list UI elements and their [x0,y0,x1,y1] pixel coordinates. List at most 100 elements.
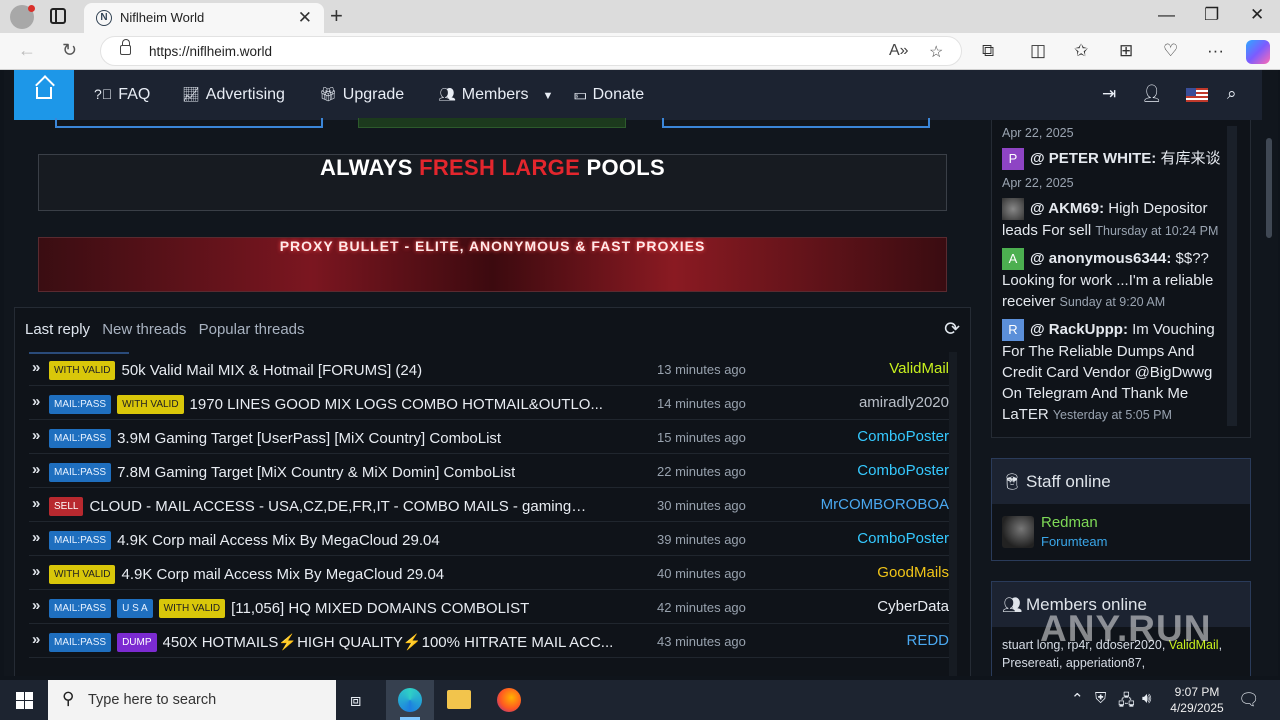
browser-tab[interactable]: N Niflheim World ✕ [84,3,324,33]
system-clock[interactable]: 9:07 PM 4/29/2025 [1162,684,1232,716]
shoutbox-scrollbar[interactable] [1227,126,1237,426]
register-icon[interactable]: 👤︎ [1141,84,1163,104]
banner-center[interactable] [358,118,626,128]
thread-row[interactable]: » MAIL:PASS 3.9M Gaming Target [UserPass] … [29,420,953,454]
thread-title[interactable]: 7.8M Gaming Target [MiX Country & MiX Do… [117,463,515,482]
restore-icon[interactable]: ❐ [1204,5,1219,25]
search-icon[interactable]: ⌕ [1227,84,1237,104]
double-chevron-icon[interactable]: » [32,631,41,648]
nav-donate[interactable]: 💵︎ Donate [574,86,644,104]
chat-user[interactable]: @ AKM69: [1030,200,1104,217]
address-bar[interactable]: https://niflheim.world A» ☆ [100,36,962,66]
thread-title[interactable]: 4.9K Corp mail Access Mix By MegaCloud 2… [121,565,444,584]
pools-banner[interactable]: ALWAYS FRESH LARGE POOLS [38,154,947,211]
thread-prefix-tag[interactable]: MAIL:PASS [49,429,112,448]
profile-icon[interactable] [10,5,35,29]
thread-prefix-tag[interactable]: MAIL:PASS [49,633,112,652]
tab-new-threads[interactable]: New threads [102,321,186,338]
network-icon[interactable]: 🖧︎ [1118,690,1135,715]
chat-user[interactable]: @ RackUppp: [1030,321,1128,338]
us-flag-icon[interactable] [1186,88,1208,102]
thread-user[interactable]: ValidMail [889,360,949,377]
thread-row[interactable]: » MAIL:PASS DUMP 450X HOTMAILS⚡HIGH QUALITY… [29,624,953,658]
extensions-icon[interactable]: ⧉ [982,41,994,61]
windows-start-icon[interactable] [16,692,33,709]
login-icon[interactable]: ⇥ [1102,84,1116,104]
thread-user[interactable]: ComboPoster [857,428,949,445]
collections-icon[interactable]: ⊞ [1119,41,1133,61]
chat-user[interactable]: @ anonymous6344: [1030,250,1171,267]
thread-user[interactable]: REDD [906,632,949,649]
avatar[interactable]: P [1002,148,1024,171]
minimize-icon[interactable]: — [1158,5,1175,25]
split-screen-icon[interactable]: ◫ [1030,41,1046,61]
chat-user[interactable]: @ PETER WHITE: [1030,150,1156,167]
taskbar-search[interactable]: ⚲ Type here to search [48,680,336,720]
banner-right[interactable] [662,118,930,128]
thread-prefix-tag[interactable]: WITH VALID [49,361,116,380]
shield-tray-icon[interactable]: ⛨ [1095,690,1106,707]
avatar[interactable]: A [1002,248,1024,271]
double-chevron-icon[interactable]: » [32,427,41,444]
thread-title[interactable]: 3.9M Gaming Target [UserPass] [MiX Count… [117,429,501,448]
double-chevron-icon[interactable]: » [32,393,41,410]
thread-row[interactable]: » MAIL:PASS WITH VALID 1970 LINES GOOD MIX … [29,386,953,420]
thread-prefix-tag[interactable]: MAIL:PASS [49,395,112,414]
thread-row[interactable]: » WITH VALID 4.9K Corp mail Access Mix By … [29,556,953,590]
thread-title[interactable]: 4.9K Corp mail Access Mix By MegaCloud 2… [117,531,440,550]
thread-title[interactable]: 450X HOTMAILS⚡HIGH QUALITY⚡100% HITRATE … [163,633,614,652]
notification-icon[interactable]: 🗨︎ [1238,690,1260,710]
nav-upgrade[interactable]: 🎁︎ Upgrade [319,86,404,104]
double-chevron-icon[interactable]: » [32,495,41,512]
thread-title[interactable]: CLOUD - MAIL ACCESS - USA,CZ,DE,FR,IT - … [89,497,589,516]
edge-taskbar-button[interactable] [386,680,434,720]
browser-essentials-icon[interactable]: ♡ [1163,41,1178,61]
file-explorer-icon[interactable] [447,690,471,709]
double-chevron-icon[interactable]: » [32,529,41,546]
double-chevron-icon[interactable]: » [32,597,41,614]
thread-prefix-tag[interactable]: WITH VALID [49,565,116,584]
thread-title[interactable]: 50k Valid Mail MIX & Hotmail [FORUMS] (2… [121,361,422,380]
thread-user[interactable]: GoodMails [877,564,949,581]
nav-members[interactable]: 👥︎ Members ▼ [438,86,553,104]
banner-left[interactable] [55,118,323,128]
staff-name[interactable]: Redman [1041,514,1098,531]
home-button[interactable] [14,70,74,120]
thread-title[interactable]: 1970 LINES GOOD MIX LOGS COMBO HOTMAIL&O… [190,395,603,414]
read-aloud-icon[interactable]: A» [889,42,909,60]
avatar[interactable] [1002,198,1024,221]
nav-faq[interactable]: ?⃝ FAQ [94,86,150,104]
thread-prefix-tag[interactable]: DUMP [117,633,157,652]
new-tab-button[interactable]: + [330,3,343,29]
thread-prefix-tag[interactable]: SELL [49,497,84,516]
avatar[interactable] [1002,516,1034,548]
lock-icon[interactable] [120,39,131,55]
page-scrollbar-thumb[interactable] [1266,138,1272,238]
thread-user[interactable]: ComboPoster [857,530,949,547]
chevron-down-icon[interactable]: ▼ [542,90,553,102]
double-chevron-icon[interactable]: » [32,359,41,376]
tab-last-reply[interactable]: Last reply [25,321,90,338]
close-tab-icon[interactable]: ✕ [298,8,312,28]
copilot-icon[interactable] [1246,40,1270,64]
more-menu-icon[interactable]: ··· [1207,41,1224,61]
thread-row[interactable]: » MAIL:PASS U S A WITH VALID [11,056] HQ MIX… [29,590,953,624]
volume-icon[interactable]: 🔊︎ [1142,690,1151,707]
thread-prefix-tag[interactable]: MAIL:PASS [49,531,112,550]
thread-user[interactable]: ComboPoster [857,462,949,479]
thread-title[interactable]: [11,056] HQ MIXED DOMAINS COMBOLIST [231,599,529,618]
tab-actions-icon[interactable] [50,8,66,24]
thread-user[interactable]: MrCOMBOROBOA [821,496,949,513]
url-text[interactable]: https://niflheim.world [149,44,272,59]
favorites-icon[interactable]: ✩ [1074,41,1088,61]
thread-user[interactable]: CyberData [877,598,949,615]
double-chevron-icon[interactable]: » [32,461,41,478]
thread-user[interactable]: amiradly2020 [859,394,949,411]
thread-prefix-tag[interactable]: MAIL:PASS [49,599,112,618]
thread-row[interactable]: » WITH VALID 50k Valid Mail MIX & Hotmail … [29,352,953,386]
firefox-icon[interactable] [497,688,521,712]
chevron-up-icon[interactable]: ⌃ [1071,690,1084,708]
avatar[interactable]: R [1002,319,1024,342]
thread-prefix-tag[interactable]: U S A [117,599,153,618]
nav-advertising[interactable]: 📈︎ Advertising [182,86,285,104]
